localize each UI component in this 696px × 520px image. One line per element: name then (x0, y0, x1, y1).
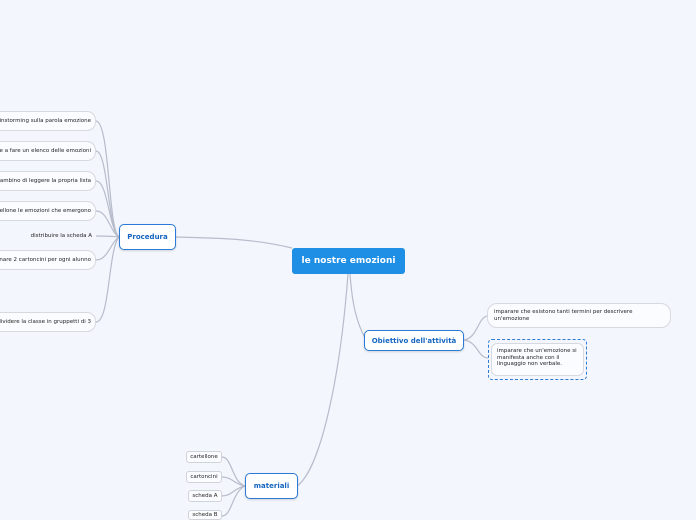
materiali-item-2[interactable]: cartoncini (186, 471, 222, 483)
procedura-item-4[interactable]: ...cartellone le emozioni che emergono (0, 201, 96, 221)
materiali-item-4[interactable]: scheda B (188, 510, 222, 520)
procedura-node[interactable]: Procedura (119, 224, 176, 250)
materiali-item-3[interactable]: scheda A (188, 490, 222, 502)
central-topic[interactable]: le nostre emozioni (292, 248, 405, 274)
procedura-item-7[interactable]: ...dividere la classe in gruppetti di 3 (0, 312, 96, 332)
materiali-item-1[interactable]: cartellone (186, 451, 222, 463)
materiali-node[interactable]: materiali (245, 473, 298, 499)
procedura-item-6[interactable]: ...nare 2 cartoncini per ogni alunno (0, 250, 96, 270)
obiettivo-item-2-frame: imparare che un'emozione si manifesta an… (488, 339, 587, 380)
procedura-item-2[interactable]: ... e a fare un elenco delle emozioni (0, 141, 96, 161)
obiettivo-item-2[interactable]: imparare che un'emozione si manifesta an… (491, 343, 584, 376)
procedura-item-1[interactable]: brainstorming sulla parola emozione (0, 111, 96, 131)
procedura-item-5[interactable]: distribuire la scheda A (0, 230, 96, 242)
procedura-item-3[interactable]: ogni bambino di leggere la propria lista (0, 171, 96, 191)
obiettivo-node[interactable]: Obiettivo dell'attività (364, 330, 464, 351)
obiettivo-item-1[interactable]: imparare che esistono tanti termini per … (487, 303, 671, 328)
